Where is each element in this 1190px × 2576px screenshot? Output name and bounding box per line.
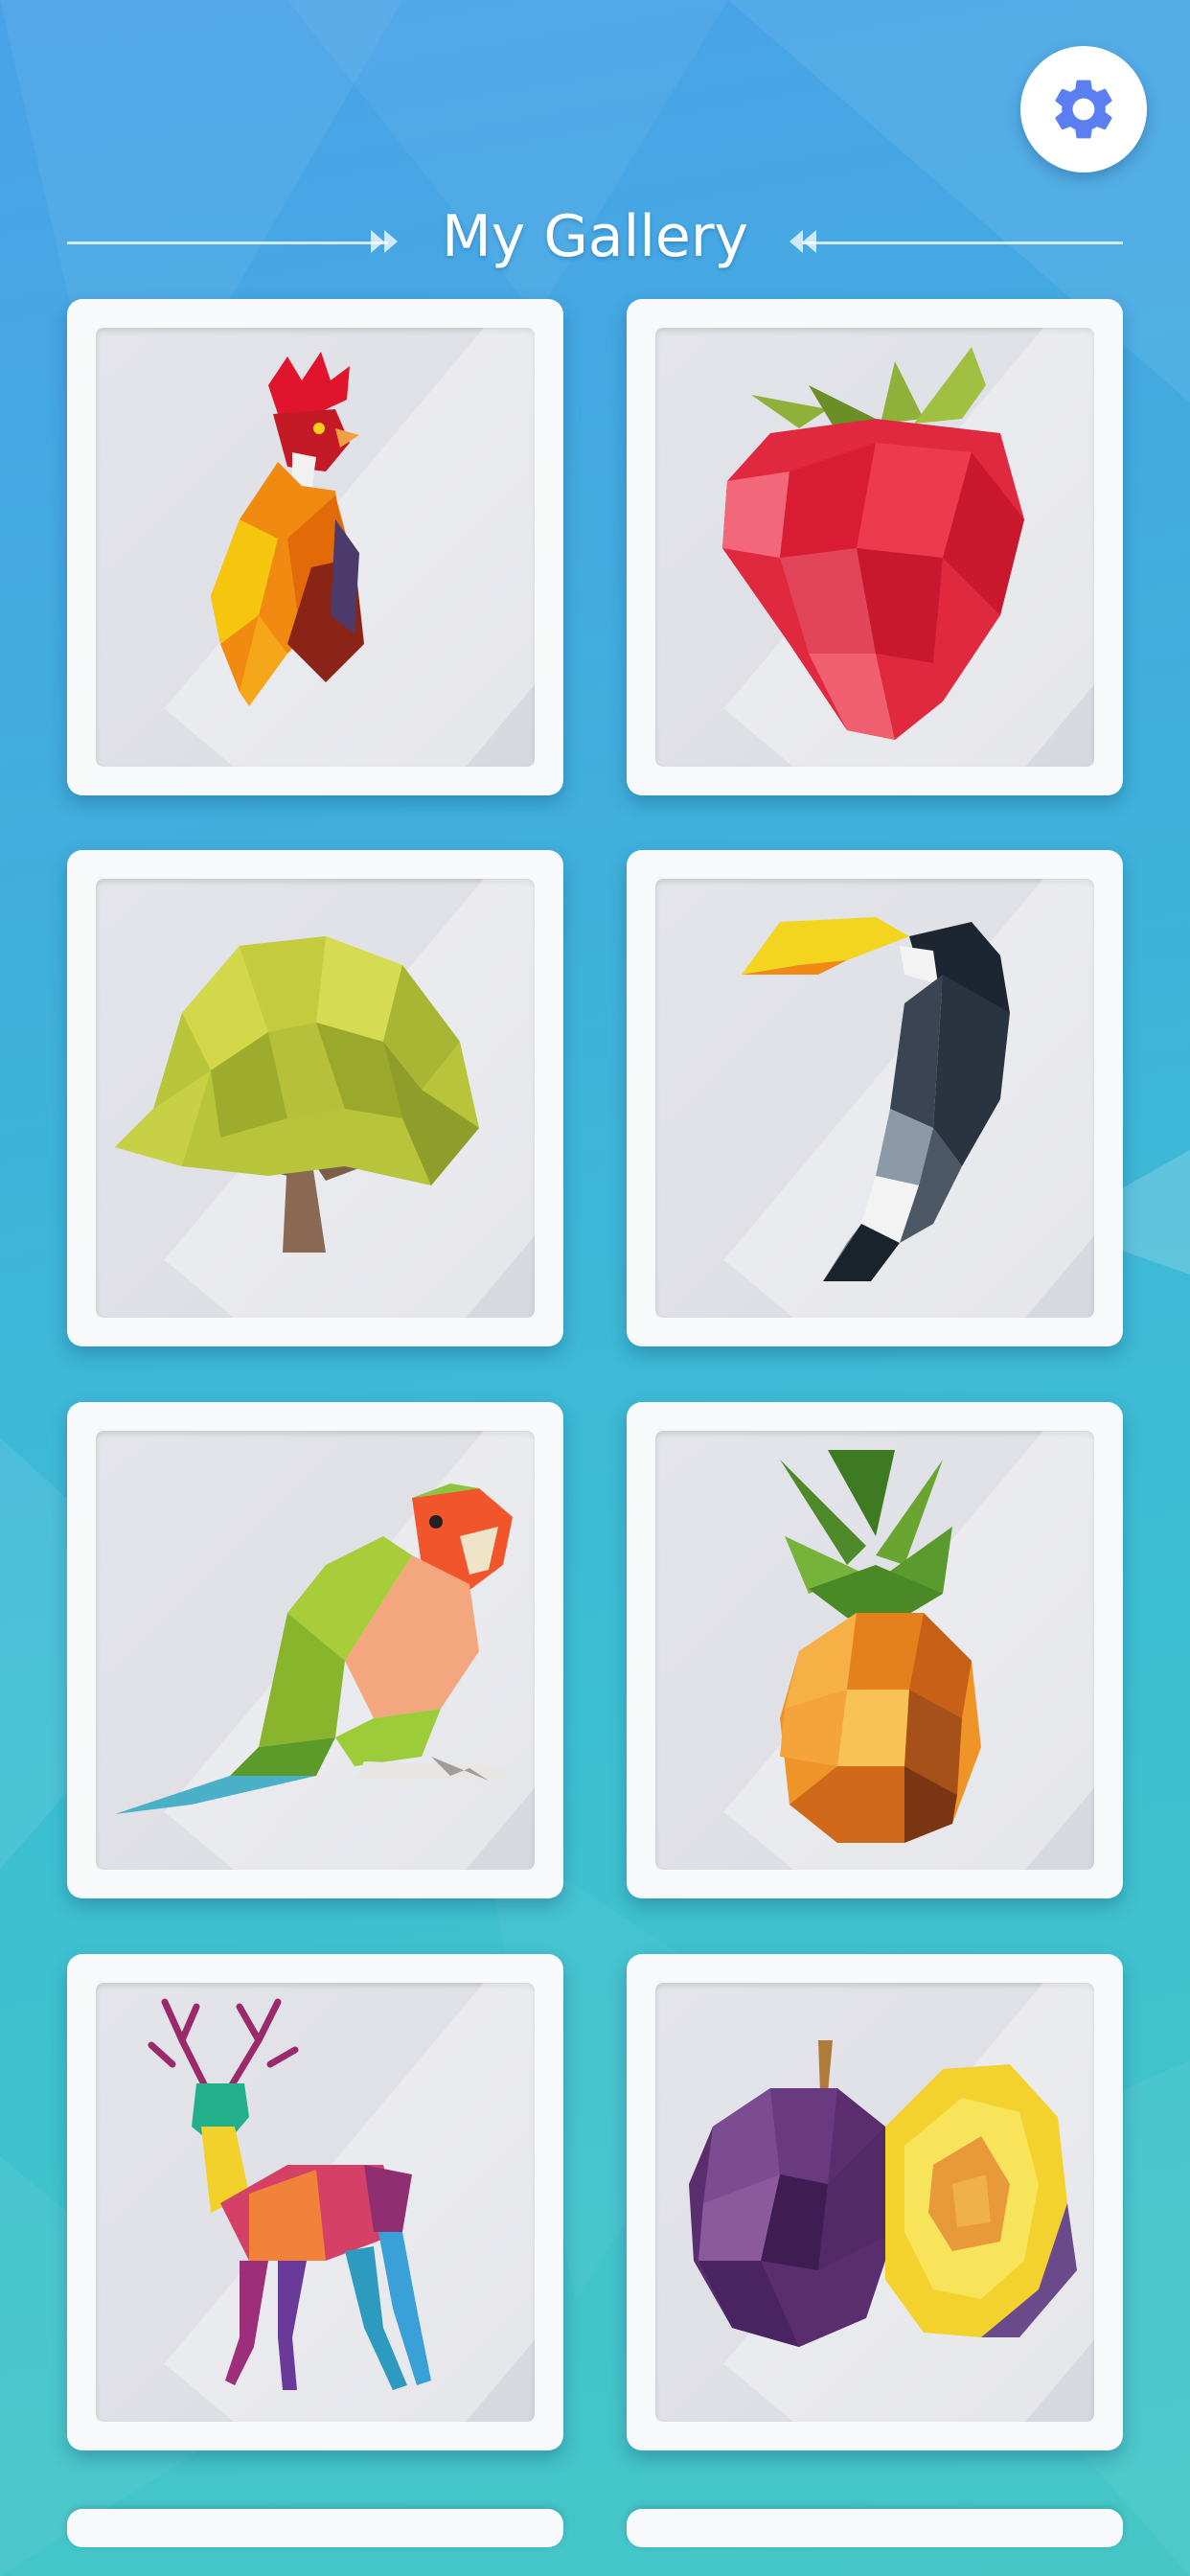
gear-icon xyxy=(1055,80,1112,139)
gallery-item-pineapple[interactable] xyxy=(627,1402,1123,1898)
gallery-item-partial[interactable] xyxy=(67,2509,563,2547)
strawberry-image xyxy=(722,347,1024,740)
artwork-thumbnail xyxy=(655,328,1094,767)
gallery-item-strawberry[interactable] xyxy=(627,299,1123,795)
gallery-item-deer[interactable] xyxy=(67,1954,563,2450)
artwork-thumbnail xyxy=(655,879,1094,1318)
gallery-item-toucan[interactable] xyxy=(627,850,1123,1346)
toucan-image xyxy=(742,917,1010,1281)
plum-image xyxy=(689,2040,1077,2347)
artwork-thumbnail xyxy=(96,1983,535,2422)
gallery-item-tree[interactable] xyxy=(67,850,563,1346)
settings-button[interactable] xyxy=(1020,46,1147,172)
parrot-image xyxy=(115,1484,513,1814)
page-title: My Gallery xyxy=(441,203,749,270)
artwork-thumbnail xyxy=(96,879,535,1318)
gallery-item-rooster[interactable] xyxy=(67,299,563,795)
artwork-thumbnail xyxy=(655,1431,1094,1870)
rooster-image xyxy=(211,352,364,706)
artwork-thumbnail xyxy=(96,328,535,767)
gallery-item-plum[interactable] xyxy=(627,1954,1123,2450)
pineapple-image xyxy=(780,1450,981,1843)
gallery-header: My Gallery xyxy=(0,192,1190,288)
gallery-item-partial[interactable] xyxy=(627,2509,1123,2547)
header-divider-right xyxy=(802,242,1123,244)
artwork-thumbnail xyxy=(96,1431,535,1870)
tree-image xyxy=(115,936,479,1253)
artwork-thumbnail xyxy=(655,1983,1094,2422)
gallery-item-parrot[interactable] xyxy=(67,1402,563,1898)
deer-image xyxy=(148,1998,431,2390)
